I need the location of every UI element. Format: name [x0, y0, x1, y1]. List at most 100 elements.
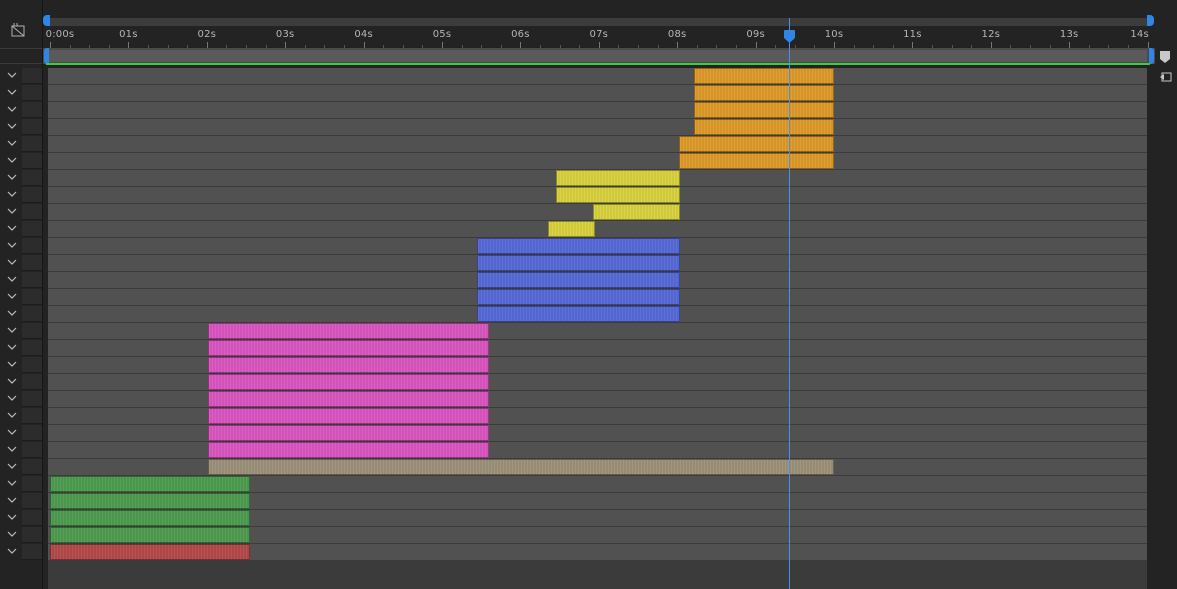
time-navigator-start-handle[interactable] [43, 15, 50, 26]
layer-duration-bar-pink[interactable] [208, 374, 490, 390]
layer-switches-column [0, 0, 43, 589]
layer-duration-bar-orange[interactable] [694, 68, 834, 84]
layer-duration-bar-green[interactable] [50, 476, 250, 492]
layer-duration-bar-pink[interactable] [208, 408, 490, 424]
ruler-label: 06s [511, 29, 530, 40]
chevron-down-icon[interactable] [2, 527, 22, 543]
layer-duration-bar-green[interactable] [50, 493, 250, 509]
ruler-label: 12s [981, 29, 1001, 40]
chevron-down-icon[interactable] [2, 425, 22, 441]
chevron-down-icon[interactable] [2, 459, 22, 475]
layer-duration-bar-orange[interactable] [694, 85, 834, 101]
time-navigator-bar[interactable] [46, 18, 1150, 26]
ruler-label: 09s [746, 29, 765, 40]
layer-duration-bar-pink[interactable] [208, 425, 490, 441]
chevron-down-icon[interactable] [2, 323, 22, 339]
layer-duration-bar-pink[interactable] [208, 391, 490, 407]
layer-switch-cell [22, 272, 42, 288]
ruler-label: 05s [432, 29, 452, 40]
chevron-down-icon[interactable] [2, 204, 22, 220]
track-row [48, 221, 1147, 238]
work-area-end-handle[interactable] [1149, 48, 1154, 64]
layer-switch-cell [22, 459, 42, 475]
layer-duration-bar-blue[interactable] [477, 255, 680, 271]
layer-duration-bar-green[interactable] [50, 527, 250, 543]
layer-switch-cell [22, 255, 42, 271]
layer-duration-bar-orange[interactable] [694, 119, 834, 135]
empty-timeline-area [48, 560, 1147, 589]
chevron-down-icon[interactable] [2, 391, 22, 407]
layer-duration-bar-blue[interactable] [477, 289, 680, 305]
layer-duration-bar-pink[interactable] [208, 340, 490, 356]
layer-switch-cell [22, 187, 42, 203]
work-area-start-handle[interactable] [44, 48, 49, 64]
comp-button-icon[interactable] [1159, 70, 1173, 84]
playhead-line[interactable] [788, 24, 790, 589]
layer-duration-bar-yellow[interactable] [555, 187, 681, 203]
layer-switch-cell [22, 68, 42, 84]
layer-duration-bar-orange[interactable] [678, 153, 834, 169]
track-row [48, 153, 1147, 170]
layer-switch-cell [22, 238, 42, 254]
layer-duration-bar-orange[interactable] [694, 102, 834, 118]
chevron-down-icon[interactable] [2, 153, 22, 169]
chevron-down-icon[interactable] [2, 119, 22, 135]
layer-duration-bar-red[interactable] [50, 544, 250, 560]
layer-switch-cell [22, 527, 42, 543]
layer-switch-cell [22, 544, 42, 560]
ruler-label: 07s [589, 29, 609, 40]
chevron-down-icon[interactable] [2, 272, 22, 288]
layer-duration-bar-blue[interactable] [477, 238, 680, 254]
chevron-down-icon[interactable] [2, 493, 22, 509]
chevron-down-icon[interactable] [2, 136, 22, 152]
comp-marker-icon[interactable] [1158, 50, 1172, 64]
chevron-down-icon[interactable] [2, 374, 22, 390]
layer-duration-bar-orange[interactable] [678, 136, 834, 152]
chevron-down-icon[interactable] [2, 221, 22, 237]
track-row [48, 85, 1147, 102]
layer-switch-cell [22, 391, 42, 407]
chevron-down-icon[interactable] [2, 102, 22, 118]
chevron-down-icon[interactable] [2, 476, 22, 492]
layer-duration-bar-pink[interactable] [208, 442, 490, 458]
track-row [48, 102, 1147, 119]
playhead-handle[interactable] [783, 30, 795, 43]
layer-duration-bar-tan[interactable] [208, 459, 834, 475]
layer-switch-cell [22, 323, 42, 339]
layer-duration-bar-blue[interactable] [477, 306, 680, 322]
chevron-down-icon[interactable] [2, 85, 22, 101]
chevron-down-icon[interactable] [2, 68, 22, 84]
chevron-down-icon[interactable] [2, 510, 22, 526]
layer-switch-cell [22, 204, 42, 220]
layer-switch-cell [22, 102, 42, 118]
layer-duration-bar-yellow[interactable] [547, 221, 595, 237]
layer-duration-bar-yellow[interactable] [592, 204, 681, 220]
ruler-label: 13s [1059, 29, 1079, 40]
chevron-down-icon[interactable] [2, 289, 22, 305]
layer-switch-cell [22, 476, 42, 492]
chevron-down-icon[interactable] [2, 306, 22, 322]
layer-duration-bar-pink[interactable] [208, 323, 490, 339]
track-row [48, 119, 1147, 136]
chevron-down-icon[interactable] [2, 357, 22, 373]
layer-duration-bar-blue[interactable] [477, 272, 680, 288]
work-area-bar[interactable] [43, 48, 1155, 65]
chevron-down-icon[interactable] [2, 442, 22, 458]
chevron-down-icon[interactable] [2, 170, 22, 186]
chevron-down-icon[interactable] [2, 238, 22, 254]
layer-switch-cell [22, 340, 42, 356]
track-row [48, 136, 1147, 153]
chevron-down-icon[interactable] [2, 544, 22, 560]
layer-duration-bar-pink[interactable] [208, 357, 490, 373]
chevron-down-icon[interactable] [2, 408, 22, 424]
composition-mini-flowchart-icon[interactable] [10, 22, 26, 38]
work-area-range[interactable] [49, 50, 1147, 62]
layer-duration-bar-green[interactable] [50, 510, 250, 526]
chevron-down-icon[interactable] [2, 255, 22, 271]
layer-duration-bar-yellow[interactable] [555, 170, 681, 186]
chevron-down-icon[interactable] [2, 187, 22, 203]
ruler-label: 04s [354, 29, 373, 40]
chevron-down-icon[interactable] [2, 340, 22, 356]
time-ruler[interactable]: 0:00s 01s 02s 03s 04s 05s 06s 07s 08s 09s 10s 11s 12… [43, 0, 1155, 48]
time-navigator-end-handle[interactable] [1147, 15, 1154, 26]
